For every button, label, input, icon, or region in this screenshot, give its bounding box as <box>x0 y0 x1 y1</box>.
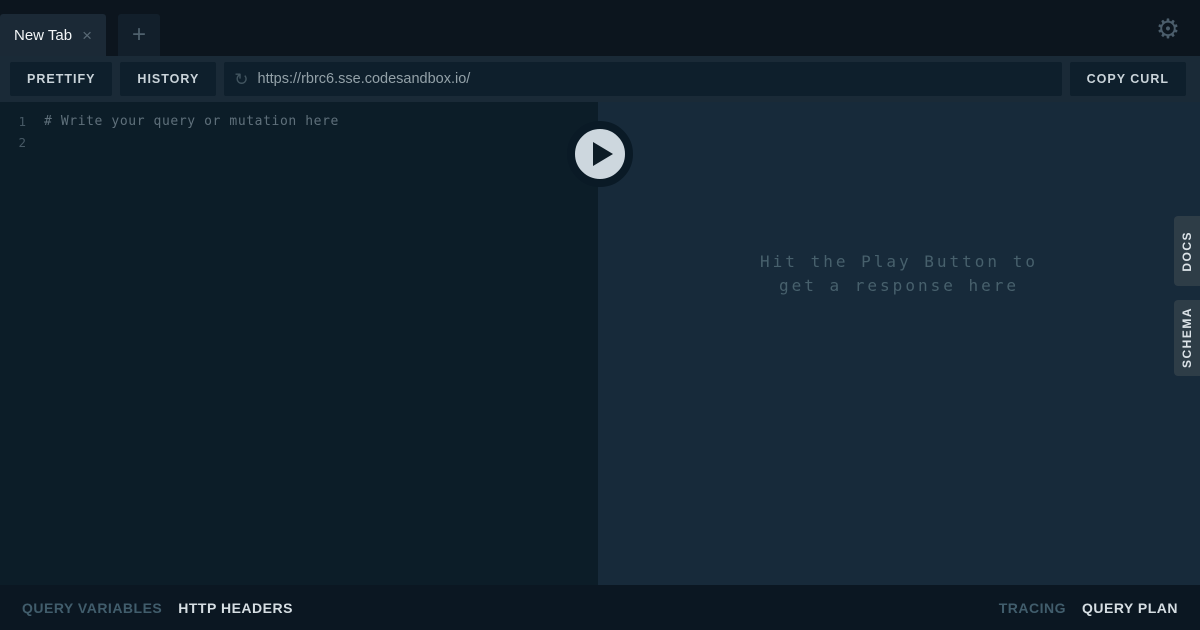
docs-tab-label: DOCS <box>1180 231 1194 272</box>
editor-line[interactable]: 1 # Write your query or mutation here <box>0 111 598 132</box>
gear-icon: ⚙ <box>1156 16 1180 43</box>
line-number: 2 <box>0 135 26 150</box>
reload-icon[interactable]: ↻ <box>234 71 248 88</box>
execute-query-button[interactable] <box>567 121 633 187</box>
query-plan-tab[interactable]: QUERY PLAN <box>1082 600 1178 616</box>
settings-button[interactable]: ⚙ <box>1152 13 1184 45</box>
tracing-tab[interactable]: TRACING <box>999 600 1066 616</box>
session-toolbar: PRETTIFY HISTORY ↻ COPY CURL <box>0 56 1200 102</box>
tab-label: New Tab <box>14 27 72 44</box>
query-variables-tab[interactable]: QUERY VARIABLES <box>22 600 162 616</box>
close-tab-icon[interactable]: × <box>82 27 92 44</box>
plus-icon: + <box>132 23 146 47</box>
graphql-playground-app: New Tab × + ⚙ PRETTIFY HISTORY ↻ COPY CU… <box>0 0 1200 630</box>
play-icon <box>593 142 613 166</box>
response-placeholder-line1: Hit the Play Button to <box>598 250 1200 274</box>
tab-bar: New Tab × + ⚙ <box>0 0 1200 56</box>
response-placeholder: Hit the Play Button to get a response he… <box>598 250 1200 298</box>
line-number: 1 <box>0 114 26 129</box>
editor-line[interactable]: 2 <box>0 132 598 153</box>
schema-side-tab[interactable]: SCHEMA <box>1174 300 1200 376</box>
add-tab-button[interactable]: + <box>118 14 160 56</box>
tab-new-tab[interactable]: New Tab × <box>0 14 106 56</box>
code-comment: # Write your query or mutation here <box>44 114 339 129</box>
prettify-button[interactable]: PRETTIFY <box>10 62 112 96</box>
endpoint-url-input[interactable] <box>258 71 1052 87</box>
response-pane: Hit the Play Button to get a response he… <box>598 102 1200 585</box>
response-placeholder-line2: get a response here <box>598 274 1200 298</box>
history-button[interactable]: HISTORY <box>120 62 216 96</box>
bottom-bar-right: TRACING QUERY PLAN <box>983 600 1178 616</box>
schema-tab-label: SCHEMA <box>1180 307 1194 368</box>
endpoint-url-bar[interactable]: ↻ <box>224 62 1061 96</box>
http-headers-tab[interactable]: HTTP HEADERS <box>178 600 293 616</box>
query-editor[interactable]: 1 # Write your query or mutation here 2 <box>0 102 598 585</box>
bottom-bar: QUERY VARIABLES HTTP HEADERS TRACING QUE… <box>0 585 1200 630</box>
docs-side-tab[interactable]: DOCS <box>1174 216 1200 286</box>
copy-curl-button[interactable]: COPY CURL <box>1070 62 1186 96</box>
